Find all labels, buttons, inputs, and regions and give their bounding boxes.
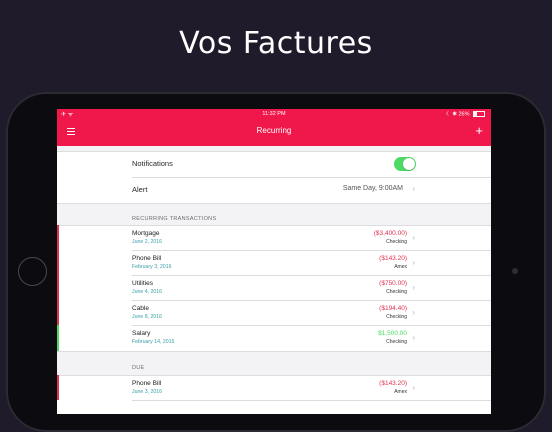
transaction-account: Checking	[386, 239, 407, 245]
transaction-account: Checking	[386, 339, 407, 345]
recurring-list: Mortgage June 2, 2016 ($3,400.00) Checki…	[57, 225, 491, 352]
notifications-label: Notifications	[132, 159, 173, 168]
status-bar: ✈ ᯤ 11:32 PM ☾ ✱ 26%	[57, 109, 491, 120]
transaction-account: Checking	[386, 289, 407, 295]
transaction-date: June 4, 2016	[132, 289, 162, 295]
expense-indicator	[57, 250, 59, 275]
transaction-account: Amex	[394, 389, 407, 395]
transaction-date: February 14, 2016	[132, 339, 175, 345]
notifications-toggle[interactable]	[394, 157, 416, 171]
chevron-right-icon: ›	[412, 308, 415, 317]
transaction-name: Salary	[132, 330, 151, 337]
transaction-amount: ($750.00)	[379, 280, 407, 287]
expense-indicator	[57, 275, 59, 300]
transaction-name: Mortgage	[132, 230, 160, 237]
transaction-amount: ($143.20)	[379, 380, 407, 387]
alert-value: Same Day, 9:00AM	[342, 185, 403, 192]
status-right: ☾ ✱ 26%	[446, 111, 485, 117]
list-item[interactable]: Salary February 14, 2016 $1,500.00 Check…	[57, 325, 491, 351]
list-item[interactable]: Phone Bill February 3, 2016 ($143.20) Am…	[57, 250, 491, 275]
transaction-amount: ($194.40)	[379, 305, 407, 312]
transaction-amount: $1,500.00	[378, 330, 407, 337]
alert-row[interactable]: Alert Same Day, 9:00AM ›	[57, 177, 491, 203]
battery-percent: 26%	[458, 111, 470, 118]
expense-indicator	[57, 375, 59, 400]
app-screen: ✈ ᯤ 11:32 PM ☾ ✱ 26% Recurring + Notific…	[57, 109, 491, 414]
expense-indicator	[57, 225, 59, 250]
page-title: Recurring	[256, 126, 292, 135]
transaction-date: February 3, 2016	[132, 264, 172, 270]
transaction-amount: ($143.20)	[379, 255, 407, 262]
list-item[interactable]: Mortgage June 2, 2016 ($3,400.00) Checki…	[57, 225, 491, 250]
home-button[interactable]	[18, 257, 47, 286]
alert-label: Alert	[132, 185, 148, 194]
divider	[132, 400, 491, 401]
battery-icon	[473, 111, 485, 117]
notifications-row[interactable]: Notifications	[57, 151, 491, 177]
settings-group: Notifications Alert Same Day, 9:00AM ›	[57, 151, 491, 204]
divider	[57, 351, 491, 352]
chevron-right-icon: ›	[412, 283, 415, 292]
list-item[interactable]: Phone Bill June 3, 2016 ($143.20) Amex ›	[57, 375, 491, 400]
transaction-name: Cable	[132, 305, 149, 312]
transaction-account: Amex	[394, 264, 407, 270]
nav-bar: Recurring +	[57, 120, 491, 146]
list-item[interactable]: Utilities June 4, 2016 ($750.00) Checkin…	[57, 275, 491, 300]
chevron-right-icon: ›	[412, 184, 415, 193]
transaction-name: Phone Bill	[132, 255, 162, 262]
chevron-right-icon: ›	[412, 333, 415, 342]
marketing-headline: Vos Factures	[179, 26, 373, 61]
transaction-date: June 2, 2016	[132, 239, 162, 245]
add-icon[interactable]: +	[475, 123, 483, 138]
transaction-name: Phone Bill	[132, 380, 162, 387]
transaction-amount: ($3,400.00)	[373, 230, 407, 237]
status-time: 11:32 PM	[262, 111, 286, 117]
camera-dot	[512, 268, 518, 274]
transaction-date: June 8, 2016	[132, 314, 162, 320]
expense-indicator	[57, 300, 59, 325]
chevron-right-icon: ›	[412, 258, 415, 267]
divider	[57, 203, 491, 204]
transaction-account: Checking	[386, 314, 407, 320]
section-header-due: DUE	[132, 365, 145, 371]
list-item[interactable]: Cable June 8, 2016 ($194.40) Checking ›	[57, 300, 491, 325]
transaction-date: June 3, 2016	[132, 389, 162, 395]
chevron-right-icon: ›	[412, 383, 415, 392]
moon-bluetooth-icon: ☾ ✱	[445, 111, 457, 118]
section-header-recurring: RECURRING TRANSACTIONS	[132, 216, 217, 222]
income-indicator	[57, 325, 59, 351]
transaction-name: Utilities	[132, 280, 153, 287]
chevron-right-icon: ›	[412, 233, 415, 242]
due-list: Phone Bill June 3, 2016 ($143.20) Amex ›	[57, 375, 491, 414]
